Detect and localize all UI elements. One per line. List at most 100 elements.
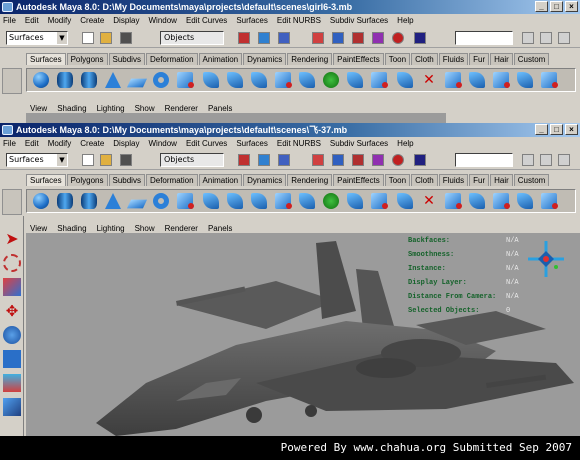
shelf-tab-custom[interactable]: Custom [513, 174, 550, 186]
open-scene-icon[interactable] [100, 32, 112, 44]
select-hierarchy-icon[interactable] [238, 32, 250, 44]
menu-display[interactable]: Display [113, 139, 139, 148]
nurbs-cylinder-icon[interactable] [81, 193, 97, 209]
input-line[interactable] [455, 31, 513, 45]
panel-menu-view[interactable]: View [30, 104, 47, 113]
snap-plane-icon[interactable] [372, 154, 384, 166]
boundary-icon[interactable] [299, 193, 315, 209]
shelf-tab-rendering[interactable]: Rendering [287, 53, 333, 65]
maximize-icon[interactable]: □ [550, 124, 563, 135]
rebuild-surface-icon[interactable] [541, 72, 558, 88]
project-curve-icon[interactable] [397, 72, 413, 88]
insert-isoparm-icon[interactable] [517, 72, 533, 88]
panel-menu-show[interactable]: Show [135, 104, 155, 113]
shelf-tab-rendering[interactable]: Rendering [287, 174, 333, 186]
history-icon[interactable] [392, 154, 404, 166]
close-icon[interactable]: × [565, 1, 578, 12]
shelf-tab-fluids[interactable]: Fluids [438, 174, 469, 186]
select-component-icon[interactable] [278, 154, 290, 166]
menu-display[interactable]: Display [113, 16, 139, 25]
new-scene-icon[interactable] [82, 32, 94, 44]
move-tool-icon[interactable]: ✥ [3, 302, 21, 320]
trim-tool-icon[interactable]: ✕ [421, 193, 437, 209]
save-scene-icon[interactable] [120, 154, 132, 166]
planar-icon[interactable] [227, 72, 243, 88]
attach-surfaces-icon[interactable] [469, 72, 485, 88]
object-selector[interactable]: Objects [160, 31, 224, 45]
tool-settings-icon[interactable] [540, 154, 552, 166]
birail-icon[interactable] [275, 72, 292, 88]
attribute-editor-icon[interactable] [522, 32, 534, 44]
menu-edit-curves[interactable]: Edit Curves [186, 16, 227, 25]
last-tool-icon[interactable] [3, 398, 21, 416]
nurbs-sphere-icon[interactable] [33, 72, 49, 88]
shelf-tab-toon[interactable]: Toon [384, 53, 411, 65]
menu-edit[interactable]: Edit [25, 139, 39, 148]
snap-point-icon[interactable] [352, 32, 364, 44]
scale-tool-icon[interactable] [3, 350, 21, 368]
snap-curve-icon[interactable] [332, 154, 344, 166]
menu-window[interactable]: Window [149, 16, 177, 25]
new-scene-icon[interactable] [82, 154, 94, 166]
window2-titlebar[interactable]: Autodesk Maya 8.0: D:\My Documents\maya\… [0, 123, 580, 137]
menu-surfaces[interactable]: Surfaces [236, 16, 268, 25]
input-line[interactable] [455, 153, 513, 167]
tool-settings-icon[interactable] [540, 32, 552, 44]
nurbs-cone-icon[interactable] [105, 193, 121, 209]
maximize-icon[interactable]: □ [550, 1, 563, 12]
panel-menu-panels[interactable]: Panels [208, 104, 232, 113]
panel-menu-lighting[interactable]: Lighting [97, 104, 125, 113]
menu-edit-nurbs[interactable]: Edit NURBS [277, 16, 321, 25]
menu-edit[interactable]: Edit [25, 16, 39, 25]
snap-point-icon[interactable] [352, 154, 364, 166]
mode-selector[interactable]: Surfaces ▼ [6, 31, 68, 45]
panel-menu-shading[interactable]: Shading [57, 224, 86, 233]
shelf-tab-dynamics[interactable]: Dynamics [243, 53, 287, 65]
manipulator-icon[interactable] [3, 374, 21, 392]
project-curve-icon[interactable] [397, 193, 413, 209]
menu-window[interactable]: Window [149, 139, 177, 148]
shelf-tab-cloth[interactable]: Cloth [411, 53, 438, 65]
untrim-icon[interactable] [445, 193, 462, 209]
snap-grid-icon[interactable] [312, 32, 324, 44]
menu-modify[interactable]: Modify [48, 16, 72, 25]
insert-isoparm-icon[interactable] [517, 193, 533, 209]
shelf-tab-subdivs[interactable]: Subdivs [108, 53, 145, 65]
menu-file[interactable]: File [3, 16, 16, 25]
loft-icon[interactable] [203, 72, 219, 88]
object-selector[interactable]: Objects [160, 153, 224, 167]
shelf-tab-surfaces[interactable]: Surfaces [26, 174, 66, 186]
loft-icon[interactable] [203, 193, 219, 209]
panel-menu-shading[interactable]: Shading [57, 104, 86, 113]
menu-help[interactable]: Help [397, 16, 413, 25]
shelf-tab-fur[interactable]: Fur [469, 174, 490, 186]
select-object-icon[interactable] [258, 154, 270, 166]
shelf-tab-surfaces[interactable]: Surfaces [26, 53, 66, 65]
planar-icon[interactable] [227, 193, 243, 209]
window1-viewport[interactable] [26, 113, 446, 123]
untrim-icon[interactable] [445, 72, 462, 88]
nurbs-sphere-icon[interactable] [33, 193, 49, 209]
shelf-tab-hair[interactable]: Hair [490, 174, 513, 186]
shelf-tab-animation[interactable]: Animation [198, 53, 243, 65]
shelf-tab-hair[interactable]: Hair [490, 53, 513, 65]
panel-menu-renderer[interactable]: Renderer [165, 224, 198, 233]
detach-surfaces-icon[interactable] [493, 72, 510, 88]
render-icon[interactable] [414, 32, 426, 44]
snap-grid-icon[interactable] [312, 154, 324, 166]
square-icon[interactable] [323, 193, 339, 209]
shelf-tab-painteffects[interactable]: PaintEffects [333, 174, 384, 186]
nurbs-plane-icon[interactable] [126, 199, 148, 209]
menu-surfaces[interactable]: Surfaces [236, 139, 268, 148]
perspective-viewport[interactable]: Backfaces: N/A Smoothness: N/A Instance:… [26, 233, 580, 436]
menu-create[interactable]: Create [80, 16, 104, 25]
mode-selector[interactable]: Surfaces ▼ [6, 153, 68, 167]
shelf-tab-fur[interactable]: Fur [469, 53, 490, 65]
panel-menu-lighting[interactable]: Lighting [97, 224, 125, 233]
channel-box-icon[interactable] [558, 32, 570, 44]
render-icon[interactable] [414, 154, 426, 166]
lasso-tool-icon[interactable] [3, 254, 21, 272]
extrude-icon[interactable] [251, 72, 267, 88]
menu-modify[interactable]: Modify [48, 139, 72, 148]
shelf-tab-dynamics[interactable]: Dynamics [243, 174, 287, 186]
